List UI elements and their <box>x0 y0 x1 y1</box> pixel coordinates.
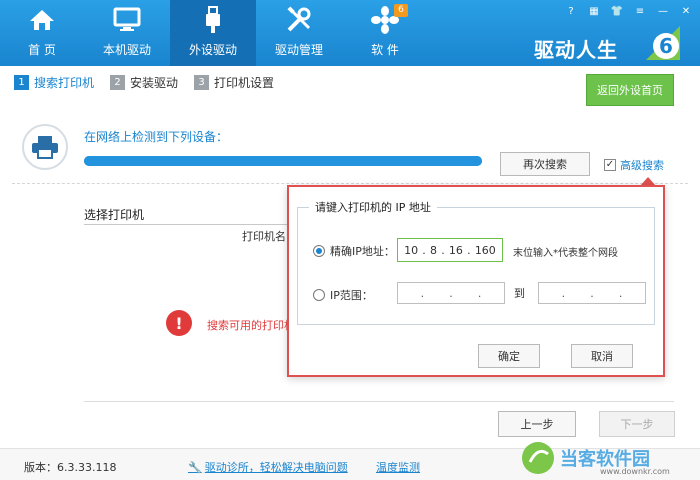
step-label: 搜索打印机 <box>34 76 95 90</box>
progress-fill <box>84 156 482 166</box>
brand-title: 驱动人生 <box>534 38 618 62</box>
ip-octet-4[interactable]: 160 <box>475 244 496 257</box>
cancel-button[interactable]: 取消 <box>571 344 633 368</box>
nav-software[interactable]: 6 软 件 <box>342 0 428 66</box>
advanced-search-label: 高级搜索 <box>620 159 664 172</box>
ip-dot: . <box>477 286 482 300</box>
step-number: 1 <box>14 75 29 90</box>
main-nav: 首 页 本机驱动 外设驱动 驱动管理 6 软 件 <box>0 0 428 66</box>
search-progress-bar <box>84 156 482 166</box>
ip-range-start-input[interactable]: ... <box>397 282 505 304</box>
driver-clinic-link[interactable]: 🔧 驱动诊所，轻松解决电脑问题 <box>188 459 348 475</box>
monitor-icon <box>113 5 141 35</box>
ip-legend: 请键入打印机的 IP 地址 <box>309 199 437 215</box>
divider <box>84 401 674 402</box>
ip-address-dialog: 请键入打印机的 IP 地址 精确IP地址： 10 . 8 . 16 . 160 … <box>287 185 665 377</box>
printer-name-column-header: 打印机名 <box>242 230 286 243</box>
ip-dot: . <box>618 286 623 300</box>
close-icon[interactable]: ✕ <box>678 4 694 18</box>
detect-text: 在网络上检测到下列设备： <box>84 130 229 144</box>
exact-ip-option[interactable]: 精确IP地址： <box>313 243 395 259</box>
minimize-icon[interactable]: — <box>655 4 671 18</box>
ip-range-end-input[interactable]: ... <box>538 282 646 304</box>
step-printer-settings: 3 打印机设置 <box>194 74 274 91</box>
shirt-icon[interactable]: 👕 <box>609 4 625 18</box>
advanced-search-checkbox[interactable]: ✓ <box>604 159 616 171</box>
ip-dot: . <box>590 286 594 300</box>
tools-icon <box>285 5 313 35</box>
nav-local-driver[interactable]: 本机驱动 <box>84 0 170 66</box>
prev-step-button[interactable]: 上一步 <box>498 411 576 437</box>
ip-octet-3[interactable]: 16 <box>449 244 463 257</box>
step-label: 安装驱动 <box>130 76 179 90</box>
divider <box>12 183 688 184</box>
next-step-button[interactable]: 下一步 <box>599 411 675 437</box>
svg-text:6: 6 <box>659 34 673 58</box>
back-to-peripheral-home-button[interactable]: 返回外设首页 <box>586 74 674 106</box>
nav-local-driver-label: 本机驱动 <box>102 43 151 57</box>
select-printer-title: 选择打印机 <box>84 208 145 222</box>
exact-ip-input[interactable]: 10 . 8 . 16 . 160 <box>397 238 503 262</box>
step-label: 打印机设置 <box>214 76 275 90</box>
nav-software-label: 软 件 <box>371 43 399 57</box>
step-indicator: 1 搜索打印机 2 安装驱动 3 打印机设置 <box>14 74 274 91</box>
nav-driver-manage-label: 驱动管理 <box>274 43 323 57</box>
ip-fieldset <box>297 207 655 325</box>
watermark-url: www.downkr.com <box>600 467 670 476</box>
ip-dot: . <box>420 286 425 300</box>
ok-button[interactable]: 确定 <box>478 344 540 368</box>
nav-home-label: 首 页 <box>28 43 56 57</box>
ip-range-radio[interactable] <box>313 289 325 301</box>
help-icon[interactable]: ? <box>563 4 579 18</box>
software-badge: 6 <box>394 4 408 17</box>
ip-octet-1[interactable]: 10 <box>404 244 418 257</box>
brand-logo-icon: 6 <box>640 20 686 64</box>
skin-icon[interactable]: ▦ <box>586 4 602 18</box>
ip-range-option[interactable]: IP范围： <box>313 287 373 303</box>
driver-clinic-label: 驱动诊所，轻松解决电脑问题 <box>204 461 348 474</box>
ip-range-to-label: 到 <box>514 287 525 300</box>
printer-icon <box>22 124 68 170</box>
warning-icon: ! <box>166 310 192 336</box>
ip-dot: . <box>467 243 471 257</box>
step-install-driver: 2 安装驱动 <box>110 74 178 91</box>
ip-range-label: IP范围： <box>330 289 373 302</box>
ip-hint: 末位输入*代表整个网段 <box>513 248 618 259</box>
ip-dot: . <box>561 286 566 300</box>
version-text: 版本：6.3.33.118 <box>24 461 117 474</box>
advanced-search-toggle[interactable]: ✓ 高级搜索 <box>604 157 664 173</box>
home-icon <box>29 5 55 35</box>
exact-ip-label: 精确IP地址： <box>330 245 395 258</box>
ip-dot: . <box>422 243 426 257</box>
divider <box>84 224 288 225</box>
ip-dot: . <box>449 286 453 300</box>
nav-peripheral-driver-label: 外设驱动 <box>188 43 237 57</box>
research-button[interactable]: 再次搜索 <box>500 152 590 176</box>
nav-home[interactable]: 首 页 <box>0 0 84 66</box>
ip-dot: . <box>441 243 445 257</box>
step-search-printer: 1 搜索打印机 <box>14 74 94 91</box>
watermark-logo-icon <box>522 442 554 474</box>
nav-peripheral-driver[interactable]: 外设驱动 <box>170 0 256 66</box>
usb-icon <box>203 5 223 35</box>
exact-ip-radio[interactable] <box>313 245 325 257</box>
warning-text: 搜索可用的打印机 <box>207 319 287 332</box>
nav-driver-manage[interactable]: 驱动管理 <box>256 0 342 66</box>
menu-icon[interactable]: ≡ <box>632 4 648 18</box>
step-number: 3 <box>194 75 210 90</box>
window-controls: ? ▦ 👕 ≡ — ✕ <box>563 4 694 18</box>
temperature-monitor-link[interactable]: 温度监测 <box>376 459 420 475</box>
ip-octet-2[interactable]: 8 <box>430 244 437 257</box>
step-number: 2 <box>110 75 126 90</box>
wrench-icon: 🔧 <box>188 460 202 474</box>
